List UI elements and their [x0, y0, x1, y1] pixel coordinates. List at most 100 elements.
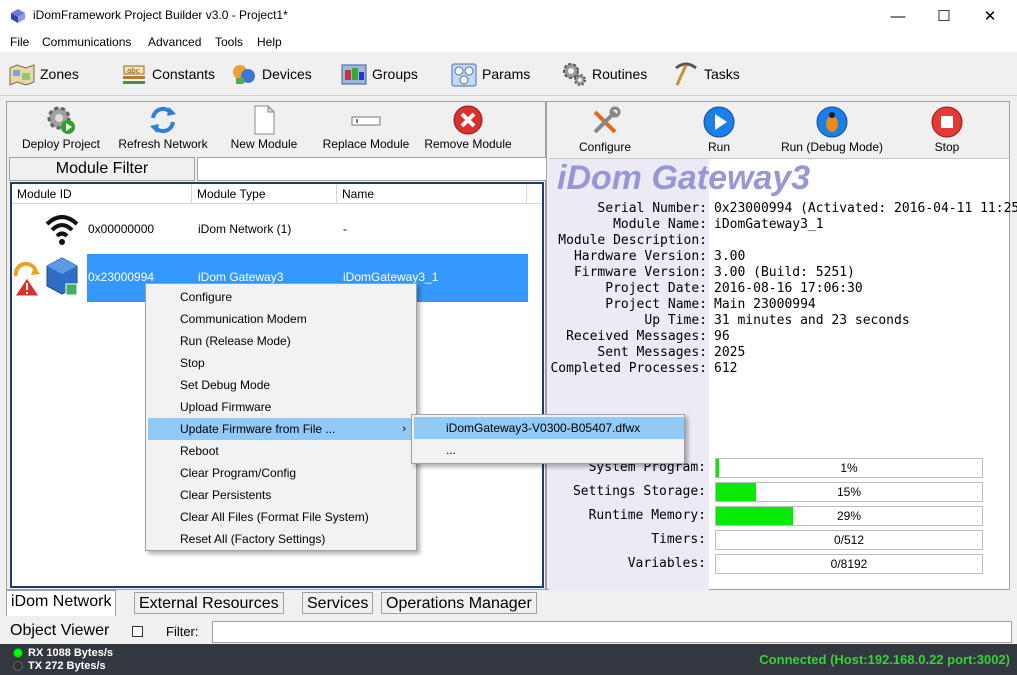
- params-icon: [451, 63, 477, 87]
- app-window: iDomFramework Project Builder v3.0 - Pro…: [0, 0, 1017, 675]
- module-name-cell: iDomGateway3_1: [343, 270, 439, 284]
- usage-bar-text: 1%: [840, 461, 858, 475]
- menu-item-update-firmware-from-file[interactable]: Update Firmware from File ... ›: [148, 418, 414, 440]
- tab-idom-network[interactable]: iDom Network: [6, 590, 117, 616]
- object-filter-input[interactable]: [212, 621, 1012, 643]
- info-row: Project Name: Main 23000994: [549, 297, 1009, 313]
- toolbar-constants-label: Constants: [152, 66, 216, 82]
- column-module-id[interactable]: Module ID: [12, 184, 192, 204]
- toolbar-routines-button[interactable]: Routines: [560, 58, 647, 90]
- usage-key: Settings Storage:: [572, 484, 706, 499]
- menu-item-configure[interactable]: Configure: [148, 286, 414, 308]
- tab-services[interactable]: Services: [302, 592, 374, 614]
- info-key: Serial Number:: [597, 201, 707, 216]
- info-key: Up Time:: [644, 313, 707, 328]
- menu-help[interactable]: Help: [257, 35, 282, 49]
- menu-communications[interactable]: Communications: [42, 35, 131, 49]
- menu-tools[interactable]: Tools: [215, 35, 243, 49]
- wifi-icon: [45, 215, 79, 245]
- menu-item-run-release[interactable]: Run (Release Mode): [148, 330, 414, 352]
- object-viewer-checkbox[interactable]: [132, 626, 143, 637]
- info-key: Module Description:: [558, 233, 707, 248]
- tasks-pickaxe-icon: [675, 62, 697, 86]
- info-value: 612: [714, 361, 738, 376]
- toolbar-tasks-button[interactable]: Tasks: [672, 58, 740, 90]
- run-debug-label: Run (Debug Mode): [780, 140, 884, 154]
- window-title: iDomFramework Project Builder v3.0 - Pro…: [33, 8, 288, 22]
- toolbar-tasks-label: Tasks: [704, 66, 740, 82]
- stop-button[interactable]: Stop: [892, 106, 1002, 156]
- menu-file[interactable]: File: [10, 35, 29, 49]
- submenu-item-browse[interactable]: ...: [414, 439, 684, 461]
- debug-bug-icon: [816, 106, 848, 138]
- warning-sync-icon: [13, 262, 40, 297]
- module-filter-input[interactable]: [197, 157, 547, 181]
- menu-advanced[interactable]: Advanced: [148, 35, 201, 49]
- main-toolbar: Zones abc Constants Devices Groups Param…: [0, 52, 1017, 96]
- object-viewer-label: Object Viewer: [10, 622, 110, 639]
- toolbar-groups-label: Groups: [372, 66, 418, 82]
- new-module-label: New Module: [230, 137, 298, 151]
- info-row: Serial Number: 0x23000994 (Activated: 201…: [549, 201, 1017, 217]
- deploy-gear-icon: [47, 106, 75, 134]
- menu-item-reboot[interactable]: Reboot: [148, 440, 414, 462]
- stop-icon: [931, 106, 963, 138]
- toolbar-groups-button[interactable]: Groups: [340, 58, 418, 90]
- usage-key: Variables:: [627, 556, 706, 571]
- menu-item-stop[interactable]: Stop: [148, 352, 414, 374]
- menu-item-set-debug-mode[interactable]: Set Debug Mode: [148, 374, 414, 396]
- remove-module-button[interactable]: Remove Module: [418, 104, 518, 154]
- usage-key: Timers:: [651, 532, 706, 547]
- configure-tools-icon: [593, 106, 621, 134]
- run-label: Run: [707, 140, 730, 154]
- menu-item-reset-all[interactable]: Reset All (Factory Settings): [148, 528, 414, 550]
- context-menu: Configure Communication Modem Run (Relea…: [145, 283, 417, 551]
- module-actions-toolbar: Configure Run Run (Debug Mode) Stop: [547, 102, 1009, 158]
- tab-external-resources[interactable]: External Resources: [134, 592, 284, 614]
- deploy-project-button[interactable]: Deploy Project: [11, 104, 111, 154]
- column-module-type[interactable]: Module Type: [192, 184, 337, 204]
- usage-bar-text: 29%: [836, 509, 862, 523]
- play-icon: [703, 106, 735, 138]
- tab-operations-manager[interactable]: Operations Manager: [381, 592, 537, 614]
- toolbar-zones-button[interactable]: Zones: [8, 58, 79, 90]
- module-filter-label: Module Filter: [9, 157, 195, 181]
- status-bar: RX 1088 Bytes/s TX 272 Bytes/s Connected…: [0, 644, 1017, 675]
- usage-row: Timers: 0/512: [549, 530, 1009, 552]
- close-button[interactable]: ✕: [967, 0, 1013, 32]
- menu-item-clear-program[interactable]: Clear Program/Config: [148, 462, 414, 484]
- module-id-cell: 0x23000994: [88, 270, 155, 284]
- submenu-item-firmware-file[interactable]: iDomGateway3-V0300-B05407.dfwx: [414, 417, 684, 439]
- info-value: 2016-08-16 17:06:30: [714, 281, 863, 296]
- toolbar-params-button[interactable]: Params: [450, 58, 530, 90]
- routines-gears-icon: [563, 63, 586, 86]
- toolbar-params-label: Params: [482, 66, 531, 82]
- usage-bar: 1%: [715, 458, 983, 478]
- info-row: Project Date: 2016-08-16 17:06:30: [549, 281, 1009, 297]
- app-icon: [11, 9, 25, 23]
- menu-item-communication-modem[interactable]: Communication Modem: [148, 308, 414, 330]
- toolbar-constants-button[interactable]: abc Constants: [120, 58, 215, 90]
- svg-text:abc: abc: [127, 67, 140, 75]
- run-button[interactable]: Run: [664, 106, 774, 156]
- menu-item-clear-persistents[interactable]: Clear Persistents: [148, 484, 414, 506]
- module-type-cell: iDom Network (1): [198, 222, 292, 236]
- info-row: Sent Messages: 2025: [549, 345, 1009, 361]
- new-document-icon: [254, 104, 276, 135]
- info-key: Project Name:: [605, 297, 707, 312]
- menu-item-upload-firmware[interactable]: Upload Firmware: [148, 396, 414, 418]
- stop-label: Stop: [934, 140, 960, 154]
- maximize-button[interactable]: ☐: [921, 0, 967, 32]
- toolbar-devices-button[interactable]: Devices: [230, 58, 312, 90]
- module-row-network[interactable]: 0x00000000 iDom Network (1) -: [12, 206, 542, 254]
- configure-button[interactable]: Configure: [550, 106, 660, 156]
- menu-item-clear-all-files[interactable]: Clear All Files (Format File System): [148, 506, 414, 528]
- new-module-button[interactable]: New Module: [214, 104, 314, 154]
- info-value: 2025: [714, 345, 746, 360]
- column-name[interactable]: Name: [337, 184, 527, 204]
- info-row: Module Name: iDomGateway3_1: [549, 217, 1009, 233]
- replace-module-button[interactable]: Replace Module: [316, 104, 416, 154]
- minimize-button[interactable]: —: [875, 0, 921, 32]
- run-debug-button[interactable]: Run (Debug Mode): [777, 106, 887, 156]
- refresh-network-button[interactable]: Refresh Network: [113, 104, 213, 154]
